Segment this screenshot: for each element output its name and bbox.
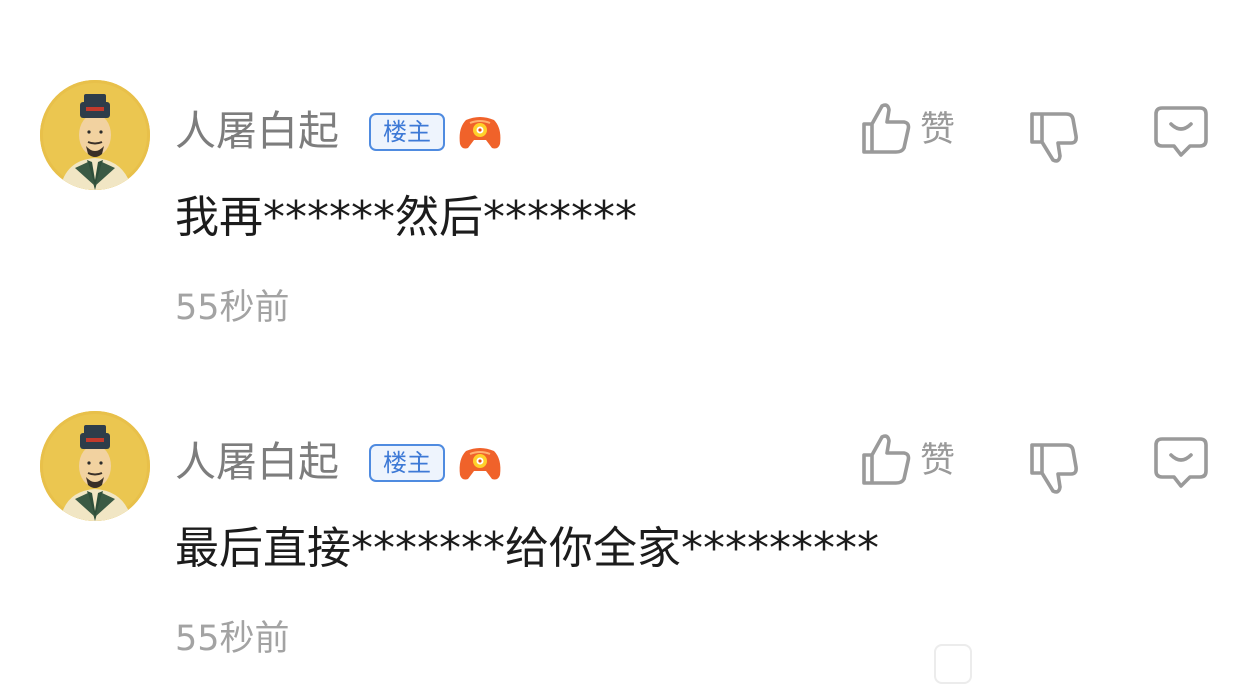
username[interactable]: 人屠白起 [175,436,339,488]
comment-item: 人屠白起 楼主 我再******然后******* 55秒前 赞 [0,0,1260,330]
reply-bubble-icon [1154,437,1208,488]
thumbs-up-icon [862,103,911,154]
username[interactable]: 人屠白起 [175,105,339,157]
timestamp: 55秒前 [175,288,290,328]
like-button[interactable]: 赞 [858,100,968,160]
like-button[interactable]: 赞 [858,431,968,491]
reply-bubble-icon [1154,106,1208,157]
watermark-icon [934,644,972,684]
dislike-button[interactable] [1026,106,1082,166]
game-controller-icon [458,114,502,152]
comment-text: 我再******然后******* [175,192,637,243]
dislike-button[interactable] [1026,437,1082,497]
reply-button[interactable] [1152,104,1210,160]
thumbs-down-icon [1030,112,1078,163]
avatar[interactable] [40,411,150,521]
like-label: 赞 [920,110,956,150]
owner-badge: 楼主 [369,113,445,151]
owner-badge: 楼主 [369,444,445,482]
like-label: 赞 [920,441,956,481]
timestamp: 55秒前 [175,619,290,659]
reply-button[interactable] [1152,435,1210,491]
comment-item: 人屠白起 楼主 最后直接*******给你全家********* 55秒前 赞 [0,331,1260,661]
thumbs-down-icon [1030,443,1078,494]
avatar[interactable] [40,80,150,190]
thumbs-up-icon [862,434,911,485]
game-controller-icon [458,445,502,483]
comment-text: 最后直接*******给你全家********* [175,523,879,574]
